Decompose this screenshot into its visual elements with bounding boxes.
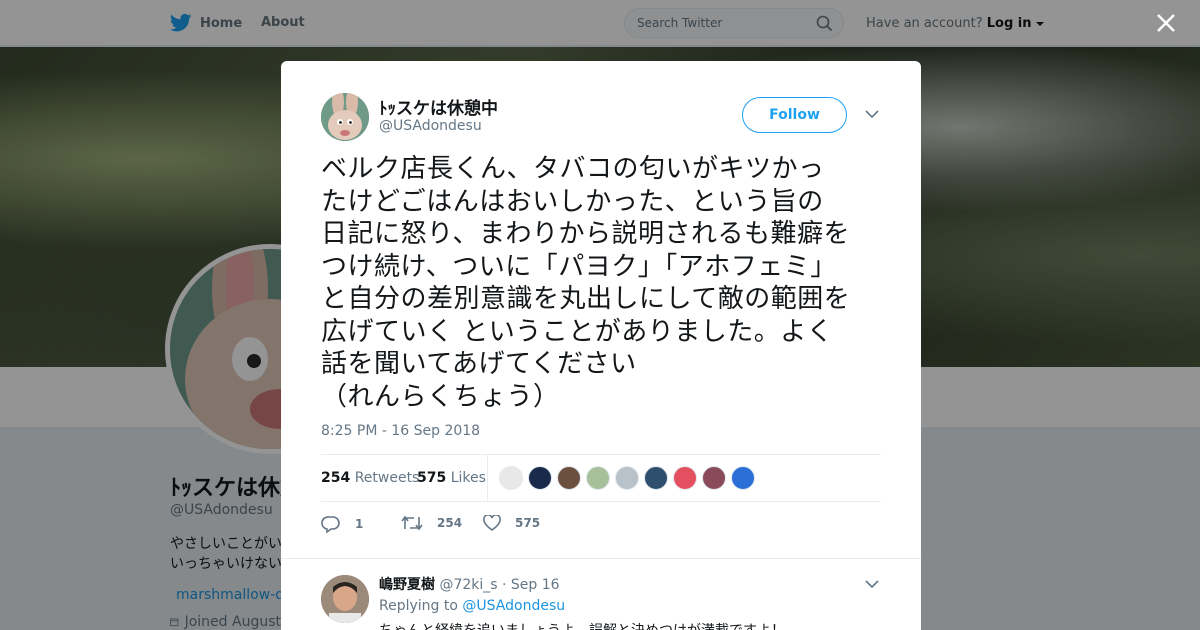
bunny-avatar-image [321, 93, 369, 141]
retweet-action[interactable]: 254 [401, 515, 462, 531]
close-icon[interactable] [1155, 12, 1177, 34]
tweet-author-name[interactable]: ﾄｯスケは休憩中 [379, 94, 498, 119]
tweet-timestamp[interactable]: 8:25 PM - 16 Sep 2018 [321, 423, 480, 439]
reply-separator: · [502, 577, 507, 593]
replying-prefix: Replying to [379, 598, 458, 614]
heart-icon [483, 515, 501, 531]
tweet-author-avatar[interactable] [321, 93, 369, 141]
liker-avatar[interactable] [528, 466, 552, 490]
tweet-text-line: 話を聞いてあげてください [321, 349, 637, 379]
liker-avatar[interactable] [499, 466, 523, 490]
retweets-label: Retweets [354, 470, 420, 486]
like-action[interactable]: 575 [483, 515, 540, 531]
liker-avatar[interactable] [615, 466, 639, 490]
tweet-text: ベルク店長くん、タバコの匂いがキツかっ たけどごはんはおいしかった、という旨の … [321, 153, 886, 413]
replying-to-link[interactable]: @USAdondesu [462, 598, 565, 614]
like-action-count: 575 [515, 516, 541, 530]
reply-header: 嶋野夏樹 @72ki_s · Sep 16 [379, 574, 560, 594]
chevron-down-icon[interactable] [865, 579, 879, 589]
replying-to: Replying to @USAdondesu [379, 598, 565, 614]
reply-icon [321, 516, 340, 533]
retweet-action-count: 254 [437, 516, 463, 530]
reply-action[interactable]: 1 [321, 515, 363, 533]
retweets-count: 254 [321, 470, 351, 486]
reply-text: ちゃんと経緯を追いましょうよ。誤解と決めつけが満載ですよ！ [379, 620, 859, 630]
likes-count: 575 [417, 470, 447, 486]
tweet-text-line: 日記に怒り、まわりから説明されるも難癖を [321, 219, 850, 249]
tweet-stats: 254 Retweets 575 Likes [321, 454, 881, 502]
liker-avatar[interactable] [673, 466, 697, 490]
reply-count: 1 [355, 517, 364, 531]
likes-stat[interactable]: 575 Likes [417, 470, 486, 486]
person-avatar-image [321, 575, 369, 623]
tweet-text-line: （れんらくちょう） [321, 381, 560, 412]
tweet-text-line: たけどごはんはおいしかった、という旨の [321, 186, 824, 217]
follow-button[interactable]: Follow [742, 97, 847, 133]
liker-avatar[interactable] [586, 466, 610, 490]
reply-author-avatar[interactable] [321, 575, 369, 623]
chevron-down-icon[interactable] [865, 109, 879, 119]
reply-author-name[interactable]: 嶋野夏樹 [379, 577, 435, 593]
tweet-text-line: つけ続け、ついに「パヨク」「アホフェミ」 [321, 251, 837, 282]
tweet-text-line: 広げていく ということがありました。よく [321, 316, 834, 347]
retweets-stat[interactable]: 254 Retweets [321, 470, 419, 486]
tweet-author-handle[interactable]: @USAdondesu [379, 118, 482, 134]
reply-author-handle[interactable]: @72ki_s [439, 577, 497, 593]
tweet-modal: ﾄｯスケは休憩中 @USAdondesu Follow ベルク店長くん、タバコの… [281, 61, 921, 630]
liker-avatar[interactable] [702, 466, 726, 490]
tweet-text-line: と自分の差別意識を丸出しにして敵の範囲を [321, 284, 851, 314]
reply-date[interactable]: Sep 16 [511, 577, 560, 593]
liker-avatar[interactable] [731, 466, 755, 490]
liker-avatar[interactable] [644, 466, 668, 490]
reply-tweet[interactable]: 嶋野夏樹 @72ki_s · Sep 16 Replying to @USAdo… [281, 558, 921, 630]
likes-label: Likes [450, 470, 486, 486]
liker-avatar[interactable] [557, 466, 581, 490]
stats-divider [487, 455, 488, 501]
tweet-actions: 1 254 575 [321, 513, 881, 537]
liker-avatars [499, 466, 755, 490]
retweet-icon [401, 515, 423, 531]
tweet-text-line: ベルク店長くん、タバコの匂いがキツかっ [321, 154, 825, 184]
